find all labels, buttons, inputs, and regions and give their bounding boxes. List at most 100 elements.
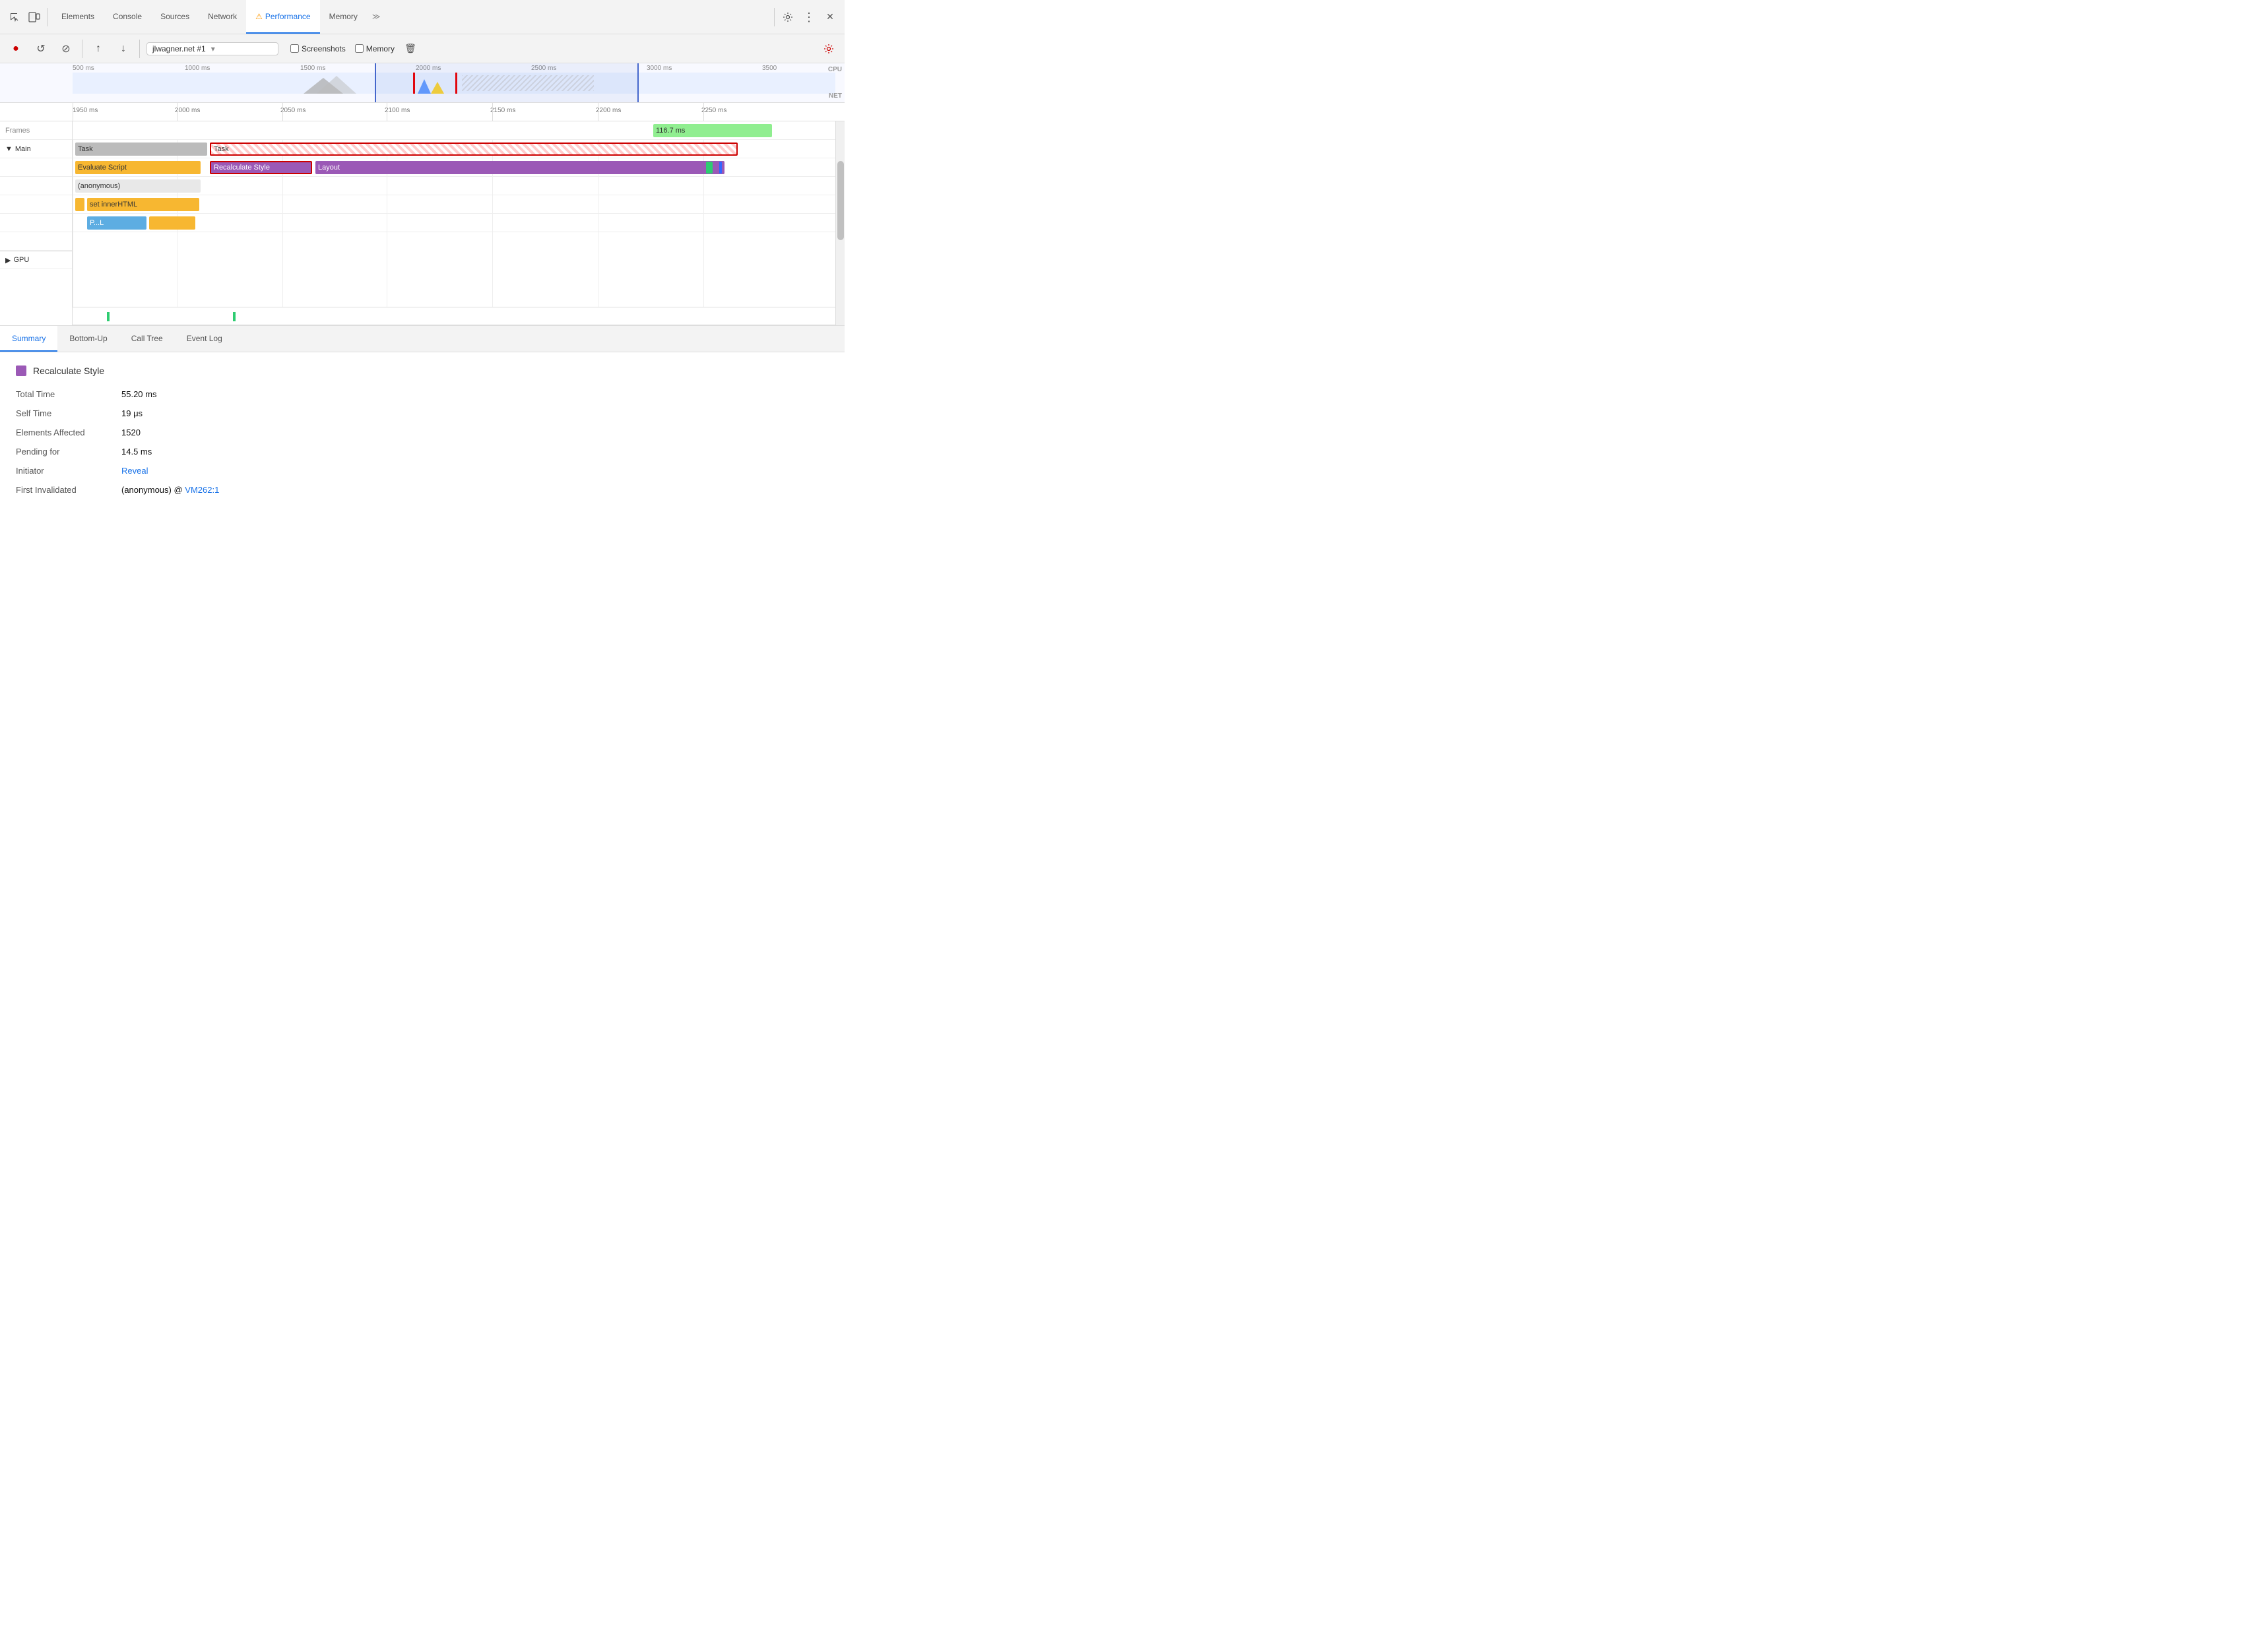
task-block-1[interactable]: Task [75, 143, 207, 156]
topbar-separator-2 [774, 8, 775, 26]
main-label-row[interactable]: ▼ Main [0, 140, 72, 158]
summary-row-elements: Elements Affected 1520 [16, 428, 829, 437]
trash-icon: 🗑 [404, 43, 416, 54]
reveal-link[interactable]: Reveal [121, 466, 148, 476]
device-toolbar-icon[interactable] [25, 8, 44, 26]
zoom-tick-2050: 2050 ms [280, 107, 306, 114]
download-button[interactable]: ↓ [114, 40, 133, 58]
main-row-2: Evaluate Script Recalculate Style Layout [73, 158, 835, 177]
checkbox-group: Screenshots Memory [290, 44, 395, 53]
clear-button[interactable]: ⊘ [57, 40, 75, 58]
anonymous-block[interactable]: (anonymous) [75, 179, 201, 193]
upload-button[interactable]: ↑ [89, 40, 108, 58]
main-row-3: (anonymous) [73, 177, 835, 195]
reload-record-button[interactable]: ↺ [32, 40, 50, 58]
zoom-tick-2000: 2000 ms [175, 107, 200, 114]
elements-value: 1520 [121, 428, 141, 437]
pending-value: 14.5 ms [121, 447, 152, 457]
layout-green-marker [706, 162, 713, 174]
frames-row: 116.7 ms [73, 121, 835, 140]
menu-button[interactable]: ⋮ [800, 8, 818, 26]
summary-row-self-time: Self Time 19 μs [16, 408, 829, 418]
toolbar-sep-2 [139, 40, 140, 58]
gpu-label-row[interactable]: ▶ GPU [0, 251, 72, 269]
tab-list: Elements Console Sources Network ⚠ Perfo… [52, 0, 770, 34]
screenshots-checkbox-label[interactable]: Screenshots [290, 44, 346, 53]
tick-500ms: 500 ms [73, 65, 94, 72]
url-selector-chevron: ▾ [211, 44, 215, 53]
settings-cog-button[interactable] [820, 40, 838, 58]
screenshots-checkbox[interactable] [290, 44, 299, 53]
summary-row-first-invalidated: First Invalidated (anonymous) @ VM262:1 [16, 485, 829, 495]
task-block-2[interactable]: Task [210, 143, 738, 156]
vm262-link[interactable]: VM262:1 [185, 485, 219, 495]
timeline-overview[interactable]: 500 ms 1000 ms 1500 ms 2000 ms 2500 ms 3… [0, 63, 845, 103]
tab-call-tree[interactable]: Call Tree [119, 326, 175, 352]
tab-network[interactable]: Network [199, 0, 246, 34]
tab-more[interactable]: ≫ [367, 0, 386, 34]
zoom-tick-2150: 2150 ms [490, 107, 515, 114]
set-inner-html-block[interactable]: set innerHTML [87, 198, 199, 211]
net-label: NET [829, 92, 842, 100]
gpu-bar-2 [233, 312, 236, 321]
bottom-tabs: Summary Bottom-Up Call Tree Event Log [0, 326, 845, 352]
pll-yellow-block[interactable] [149, 216, 195, 230]
evaluate-script-block[interactable]: Evaluate Script [75, 161, 201, 174]
summary-color-swatch [16, 365, 26, 376]
zoom-tick-2100: 2100 ms [385, 107, 410, 114]
close-button[interactable]: ✕ [821, 8, 839, 26]
summary-row-initiator: Initiator Reveal [16, 466, 829, 476]
summary-row-pending: Pending for 14.5 ms [16, 447, 829, 457]
initiator-label: Initiator [16, 466, 121, 476]
pending-label: Pending for [16, 447, 121, 457]
zoom-tick-1950: 1950 ms [73, 107, 98, 114]
tab-summary[interactable]: Summary [0, 326, 57, 352]
gpu-bar-1 [107, 312, 110, 321]
tab-performance[interactable]: ⚠ Performance [246, 0, 319, 34]
yellow-small-block [75, 198, 84, 211]
pll-block[interactable]: P...L [87, 216, 146, 230]
memory-checkbox[interactable] [355, 44, 364, 53]
task-row-1: Task Task [73, 140, 835, 158]
tab-bottom-up[interactable]: Bottom-Up [57, 326, 119, 352]
self-time-label: Self Time [16, 408, 121, 418]
evaluate-spacer [0, 177, 72, 195]
initiator-value: Reveal [121, 466, 148, 476]
first-invalidated-value: (anonymous) @ VM262:1 [121, 485, 219, 495]
delete-recording-button[interactable]: 🗑 [401, 40, 420, 58]
first-invalidated-label: First Invalidated [16, 485, 121, 495]
tab-console[interactable]: Console [104, 0, 151, 34]
zoom-tick-2250: 2250 ms [701, 107, 726, 114]
summary-title: Recalculate Style [16, 365, 829, 376]
tab-elements[interactable]: Elements [52, 0, 104, 34]
cursor-icon[interactable] [5, 8, 24, 26]
main-row-5: P...L [73, 214, 835, 232]
tab-sources[interactable]: Sources [151, 0, 199, 34]
summary-title-text: Recalculate Style [33, 365, 104, 376]
flame-scrollbar[interactable] [835, 121, 845, 325]
gpu-triangle: ▶ [5, 256, 11, 265]
scrollbar-thumb[interactable] [837, 161, 844, 240]
memory-checkbox-label[interactable]: Memory [355, 44, 395, 53]
total-time-label: Total Time [16, 389, 121, 399]
elements-label: Elements Affected [16, 428, 121, 437]
main-triangle: ▼ [5, 145, 13, 153]
self-time-value: 19 μs [121, 408, 143, 418]
timeline-selection[interactable] [375, 63, 639, 102]
summary-panel: Recalculate Style Total Time 55.20 ms Se… [0, 352, 845, 517]
warning-icon: ⚠ [255, 12, 263, 21]
flame-content[interactable]: 116.7 ms Task Task Evaluate Script Recal… [73, 121, 835, 325]
tick-3500ms: 3500 [762, 65, 777, 72]
settings-button[interactable] [779, 8, 797, 26]
frame-116ms[interactable]: 116.7 ms [653, 124, 772, 137]
performance-toolbar: ● ↺ ⊘ ↑ ↓ jlwagner.net #1 ▾ Screenshots … [0, 34, 845, 63]
tab-event-log[interactable]: Event Log [175, 326, 234, 352]
record-button[interactable]: ● [7, 40, 25, 58]
tick-1000ms: 1000 ms [185, 65, 210, 72]
tab-memory[interactable]: Memory [320, 0, 367, 34]
total-time-value: 55.20 ms [121, 389, 156, 399]
task-spacer [0, 158, 72, 177]
recalc-style-block[interactable]: Recalculate Style [210, 161, 312, 174]
layout-block[interactable]: Layout [315, 161, 724, 174]
url-selector[interactable]: jlwagner.net #1 ▾ [146, 42, 278, 55]
